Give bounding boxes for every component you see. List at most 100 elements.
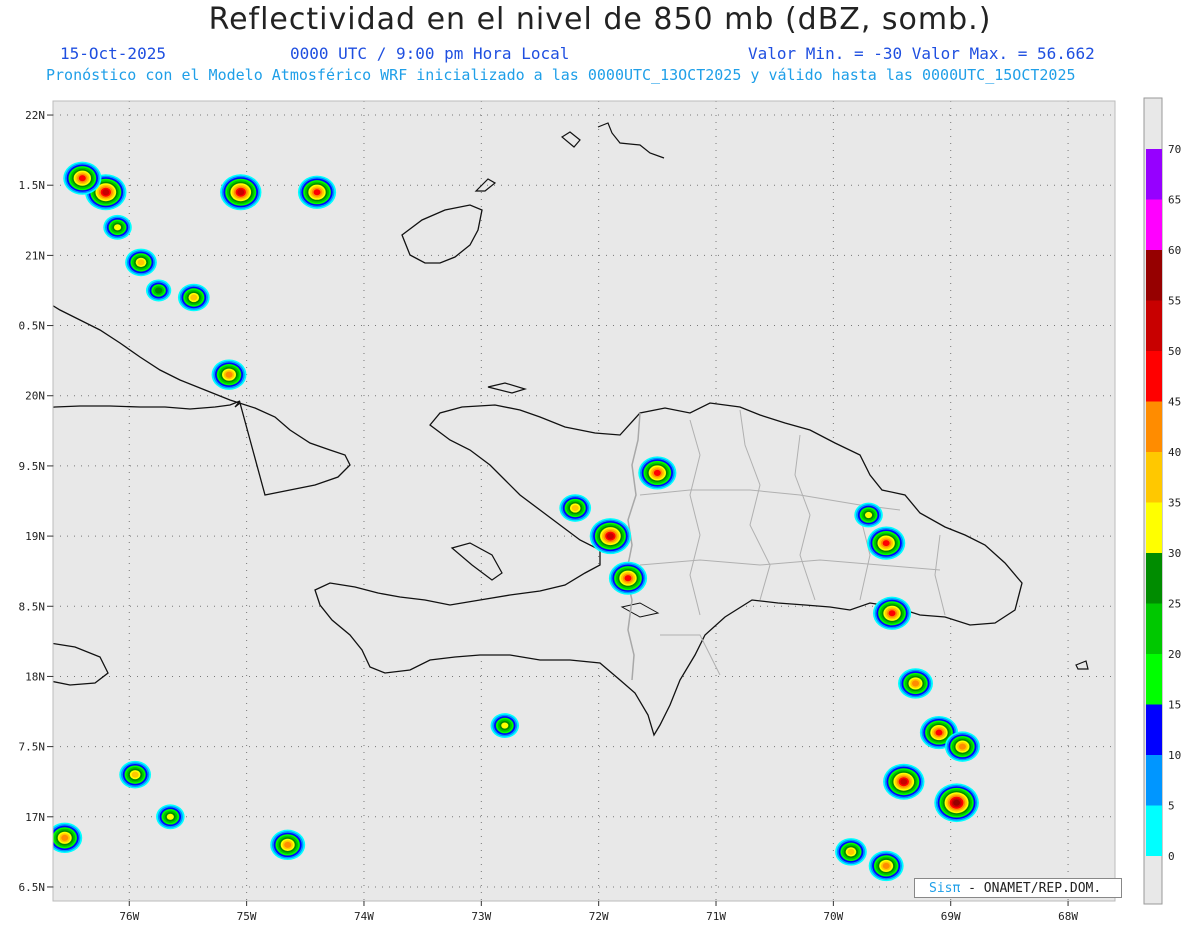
- storm-cell: [559, 494, 592, 522]
- colorbar-label: 70: [1168, 143, 1181, 156]
- storm-contour: [888, 610, 896, 617]
- storm-contour: [131, 771, 139, 778]
- colorbar-segment: [1146, 351, 1162, 402]
- storm-cell: [868, 850, 904, 882]
- storm-contour: [284, 841, 292, 848]
- lat-tick-label: 8.5N: [19, 600, 46, 613]
- lat-tick-label: 1.5N: [19, 179, 46, 192]
- reflectivity-map: 22N 1.5N 21N 0.5N 20N 9.5N 19N 8.5N 18N 7.5N 17N 6.…: [19, 97, 1181, 923]
- credit-sis: Sis: [929, 881, 953, 896]
- credit-pi: π: [952, 881, 961, 896]
- storm-cell: [145, 279, 172, 302]
- storm-contour: [166, 813, 174, 820]
- storm-contour: [571, 504, 579, 512]
- lat-tick-label: 9.5N: [19, 460, 46, 473]
- storm-cell: [934, 783, 979, 823]
- colorbar-segment: [1146, 553, 1162, 604]
- colorbar-segment: [1146, 603, 1162, 654]
- colorbar-label: 55: [1168, 295, 1181, 308]
- storm-contour: [912, 680, 920, 687]
- storm-contour: [953, 799, 961, 806]
- storm-cell: [119, 760, 152, 789]
- storm-cell: [156, 804, 185, 830]
- colorbar-segment: [1146, 149, 1162, 200]
- storm-contour: [154, 287, 163, 294]
- storm-contour: [865, 511, 873, 519]
- storm-cell: [103, 214, 132, 240]
- storm-cell: [883, 763, 925, 800]
- colorbar-label: 45: [1168, 396, 1181, 409]
- colorbar-segment: [1146, 401, 1162, 452]
- credit-text: - ONAMET/REP.DOM.: [968, 881, 1102, 896]
- storm-cell: [220, 174, 262, 211]
- lon-tick-label: 76W: [119, 910, 139, 923]
- storm-cell: [944, 731, 980, 762]
- colorbar-segment: [1146, 199, 1162, 250]
- storm-contour: [137, 259, 145, 266]
- colorbar-segment: [1146, 654, 1162, 705]
- colorbar: 0 5 10 15 20 25 30 35 40 45 50 55 60 65 70: [1143, 97, 1181, 905]
- storm-contour: [78, 175, 86, 182]
- storm-contour: [313, 189, 321, 196]
- latitude-labels: 22N 1.5N 21N 0.5N 20N 9.5N 19N 8.5N 18N 7.5N 17N 6.…: [19, 109, 53, 894]
- colorbar-label: 0: [1168, 850, 1175, 863]
- storm-contour: [225, 371, 233, 378]
- colorbar-segment: [1146, 300, 1162, 351]
- colorbar-label: 65: [1168, 194, 1181, 207]
- storm-cell: [125, 248, 157, 277]
- storm-contour: [653, 469, 661, 476]
- colorbar-segment: [1146, 805, 1162, 856]
- storm-cell: [297, 175, 337, 209]
- storm-contour: [501, 722, 509, 729]
- colorbar-segment: [1146, 502, 1162, 553]
- storm-contour: [882, 540, 890, 547]
- lat-tick-label: 18N: [25, 670, 45, 683]
- storm-cell: [835, 838, 867, 866]
- storm-cell: [490, 713, 520, 738]
- lat-tick-label: 22N: [25, 109, 45, 122]
- colorbar-label: 30: [1168, 547, 1181, 560]
- credit-box: Sisπ - ONAMET/REP.DOM.: [914, 878, 1122, 898]
- storm-contour: [606, 533, 614, 540]
- colorbar-segment: [1146, 452, 1162, 503]
- colorbar-label: 25: [1168, 598, 1181, 611]
- storm-contour: [237, 189, 245, 196]
- storm-cell: [608, 561, 648, 595]
- storm-cell: [867, 526, 906, 560]
- lon-tick-label: 72W: [589, 910, 609, 923]
- lat-tick-label: 17N: [25, 811, 45, 824]
- colorbar-label: 20: [1168, 648, 1181, 661]
- storm-cell: [898, 668, 933, 699]
- storm-contour: [102, 189, 110, 196]
- storm-cell: [177, 283, 210, 312]
- lat-tick-label: 6.5N: [19, 881, 46, 894]
- lon-tick-label: 74W: [354, 910, 374, 923]
- storm-cell: [211, 359, 247, 390]
- lon-tick-label: 70W: [823, 910, 843, 923]
- lon-tick-label: 71W: [706, 910, 726, 923]
- storm-contour: [61, 834, 69, 841]
- longitude-labels: 76W 75W 74W 73W 72W 71W 70W 69W 68W: [119, 901, 1078, 923]
- model-description: Pronóstico con el Modelo Atmosférico WRF…: [46, 66, 1076, 84]
- storm-cell: [270, 829, 306, 861]
- storm-contour: [847, 848, 855, 855]
- lon-tick-label: 68W: [1058, 910, 1078, 923]
- lat-tick-label: 20N: [25, 390, 45, 403]
- colorbar-label: 60: [1168, 244, 1181, 257]
- storm-cell: [872, 596, 912, 630]
- colorbar-segment: [1146, 704, 1162, 755]
- lon-tick-label: 75W: [237, 910, 257, 923]
- storm-cell: [63, 161, 102, 195]
- forecast-date: 15-Oct-2025: [60, 44, 166, 63]
- colorbar-label: 40: [1168, 446, 1181, 459]
- storm-contour: [958, 743, 966, 750]
- colorbar-label: 50: [1168, 345, 1181, 358]
- storm-contour: [113, 224, 122, 231]
- lon-tick-label: 73W: [471, 910, 491, 923]
- storm-cell: [638, 456, 677, 490]
- colorbar-segment: [1146, 250, 1162, 301]
- lon-tick-label: 69W: [941, 910, 961, 923]
- colorbar-label: 10: [1168, 749, 1181, 762]
- lat-tick-label: 19N: [25, 530, 45, 543]
- colorbar-label: 5: [1168, 800, 1175, 813]
